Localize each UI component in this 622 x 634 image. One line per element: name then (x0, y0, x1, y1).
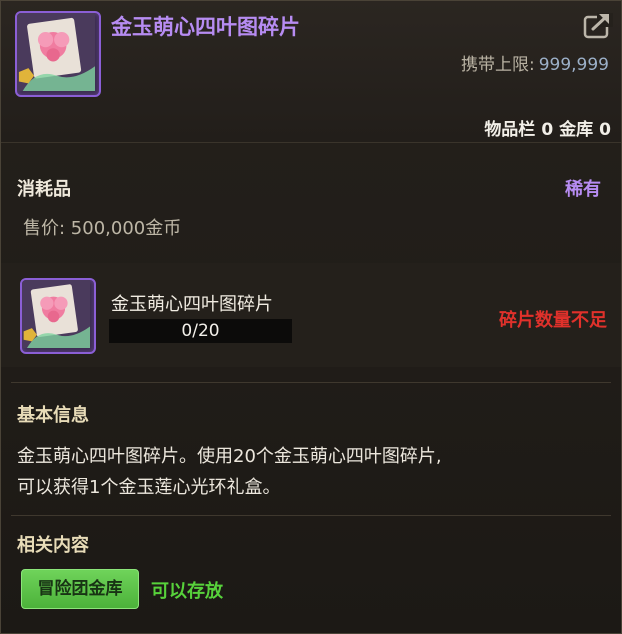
progress-text: 0/20 (181, 321, 220, 341)
item-title: 金玉萌心四叶图碎片 (111, 15, 300, 39)
carry-limit-label: 携带上限: (460, 55, 535, 75)
item-category: 消耗品 (17, 179, 71, 200)
basic-info-description: 金玉萌心四叶图碎片。使用20个金玉萌心四叶图碎片, 可以获得1个金玉莲心光环礼盒… (17, 441, 607, 503)
adventure-vault-button[interactable]: 冒险团金库 (21, 569, 139, 609)
item-rarity: 稀有 (565, 179, 601, 200)
description-line-1: 金玉萌心四叶图碎片。使用20个金玉萌心四叶图碎片, (17, 446, 442, 467)
basic-info-title: 基本信息 (17, 405, 89, 426)
vault-count: 0 (599, 120, 611, 140)
divider (11, 382, 611, 383)
material-name: 金玉萌心四叶图碎片 (111, 294, 273, 315)
item-tooltip: 金玉萌心四叶图碎片 携带上限: 999,999 物品栏 0 金库 0 消耗品 稀有 售价… (0, 0, 622, 634)
storage-status: 可以存放 (151, 581, 223, 602)
divider (11, 515, 611, 516)
stock-counts: 物品栏 0 金库 0 (478, 115, 611, 140)
vault-label: 金库 (559, 120, 594, 140)
item-fragment-icon (15, 11, 101, 97)
inventory-label: 物品栏 (484, 120, 536, 140)
inventory-count: 0 (541, 120, 554, 140)
material-shortage-status: 碎片数量不足 (499, 310, 607, 331)
share-external-icon[interactable] (583, 11, 613, 39)
material-progress-bar: 0/20 (109, 319, 292, 343)
carry-limit-value: 999,999 (538, 55, 609, 75)
material-icon (20, 278, 96, 354)
carry-limit: 携带上限: 999,999 (461, 50, 609, 75)
related-content-title: 相关内容 (17, 535, 89, 556)
description-line-2: 可以获得1个金玉莲心光环礼盒。 (17, 477, 281, 498)
item-price: 售价: 500,000金币 (23, 218, 182, 239)
